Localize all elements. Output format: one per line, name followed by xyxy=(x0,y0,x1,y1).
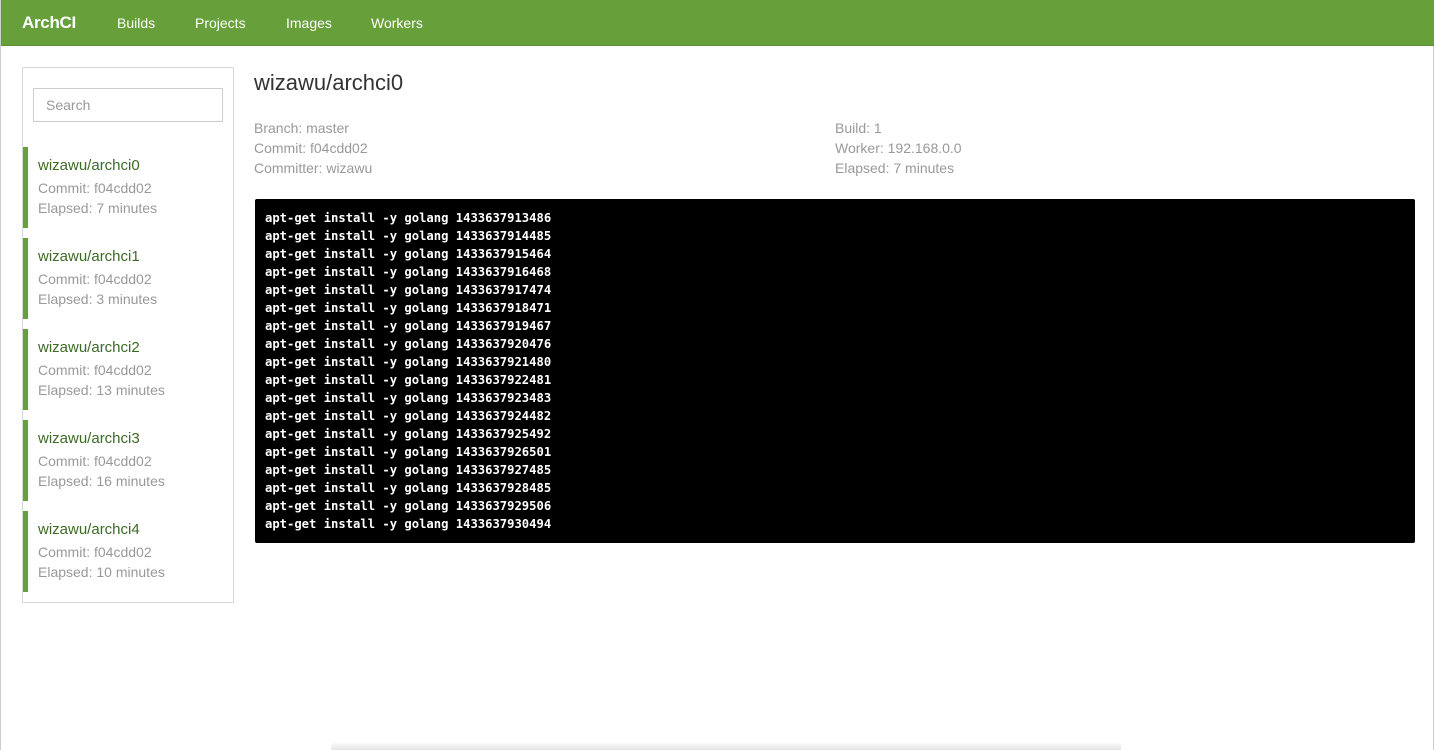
project-name[interactable]: wizawu/archci0 xyxy=(38,157,140,174)
project-elapsed: Elapsed: 16 minutes xyxy=(38,473,165,489)
window-bottom-shadow xyxy=(331,742,1121,750)
project-name[interactable]: wizawu/archci1 xyxy=(38,248,140,265)
project-name[interactable]: wizawu/archci3 xyxy=(38,430,140,447)
log-line: apt-get install -y golang 1433637917474 xyxy=(265,283,552,297)
search-input[interactable] xyxy=(33,88,223,122)
brand-logo[interactable]: ArchCI xyxy=(22,13,76,33)
nav-projects[interactable]: Projects xyxy=(195,15,246,31)
project-item-archci1[interactable]: wizawu/archci1 Commit: f04cdd02 Elapsed:… xyxy=(23,238,233,319)
project-commit: Commit: f04cdd02 xyxy=(38,453,152,469)
project-elapsed: Elapsed: 10 minutes xyxy=(38,564,165,580)
build-log-console[interactable]: apt-get install -y golang 1433637913486 … xyxy=(255,199,1415,543)
worker-info: Worker: 192.168.0.0 xyxy=(835,140,962,156)
build-info: Build: 1 xyxy=(835,120,882,136)
project-item-archci4[interactable]: wizawu/archci4 Commit: f04cdd02 Elapsed:… xyxy=(23,511,233,592)
project-elapsed: Elapsed: 13 minutes xyxy=(38,382,165,398)
log-line: apt-get install -y golang 1433637926501 xyxy=(265,445,552,459)
project-item-archci2[interactable]: wizawu/archci2 Commit: f04cdd02 Elapsed:… xyxy=(23,329,233,410)
log-line: apt-get install -y golang 1433637924482 xyxy=(265,409,552,423)
project-item-archci3[interactable]: wizawu/archci3 Commit: f04cdd02 Elapsed:… xyxy=(23,420,233,501)
log-line: apt-get install -y golang 1433637929506 xyxy=(265,499,552,513)
project-commit: Commit: f04cdd02 xyxy=(38,544,152,560)
log-line: apt-get install -y golang 1433637928485 xyxy=(265,481,552,495)
project-elapsed: Elapsed: 7 minutes xyxy=(38,200,158,216)
project-commit: Commit: f04cdd02 xyxy=(38,271,152,287)
project-commit: Commit: f04cdd02 xyxy=(38,180,152,196)
project-name[interactable]: wizawu/archci4 xyxy=(38,521,140,538)
nav-images[interactable]: Images xyxy=(286,15,332,31)
log-line: apt-get install -y golang 1433637922481 xyxy=(265,373,552,387)
log-line: apt-get install -y golang 1433637921480 xyxy=(265,355,552,369)
log-line: apt-get install -y golang 1433637913486 xyxy=(265,211,552,225)
log-line: apt-get install -y golang 1433637914485 xyxy=(265,229,552,243)
log-line: apt-get install -y golang 1433637915464 xyxy=(265,247,552,261)
branch-info: Branch: master xyxy=(254,120,349,136)
top-navbar: ArchCI Builds Projects Images Workers xyxy=(1,0,1434,46)
elapsed-info: Elapsed: 7 minutes xyxy=(835,160,955,176)
project-commit: Commit: f04cdd02 xyxy=(38,362,152,378)
commit-info: Commit: f04cdd02 xyxy=(254,140,368,156)
project-elapsed: Elapsed: 3 minutes xyxy=(38,291,158,307)
log-line: apt-get install -y golang 1433637919467 xyxy=(265,319,552,333)
nav-builds[interactable]: Builds xyxy=(117,15,155,31)
log-line: apt-get install -y golang 1433637918471 xyxy=(265,301,552,315)
nav-workers[interactable]: Workers xyxy=(371,15,423,31)
log-line: apt-get install -y golang 1433637927485 xyxy=(265,463,552,477)
project-item-archci0[interactable]: wizawu/archci0 Commit: f04cdd02 Elapsed:… xyxy=(23,147,233,228)
project-sidebar: wizawu/archci0 Commit: f04cdd02 Elapsed:… xyxy=(22,67,234,603)
log-line: apt-get install -y golang 1433637925492 xyxy=(265,427,552,441)
log-line: apt-get install -y golang 1433637916468 xyxy=(265,265,552,279)
page-title: wizawu/archci0 xyxy=(254,70,404,95)
log-line: apt-get install -y golang 1433637930494 xyxy=(265,517,552,531)
log-line: apt-get install -y golang 1433637920476 xyxy=(265,337,552,351)
project-name[interactable]: wizawu/archci2 xyxy=(38,339,140,356)
log-line: apt-get install -y golang 1433637923483 xyxy=(265,391,552,405)
committer-info: Committer: wizawu xyxy=(254,160,373,176)
